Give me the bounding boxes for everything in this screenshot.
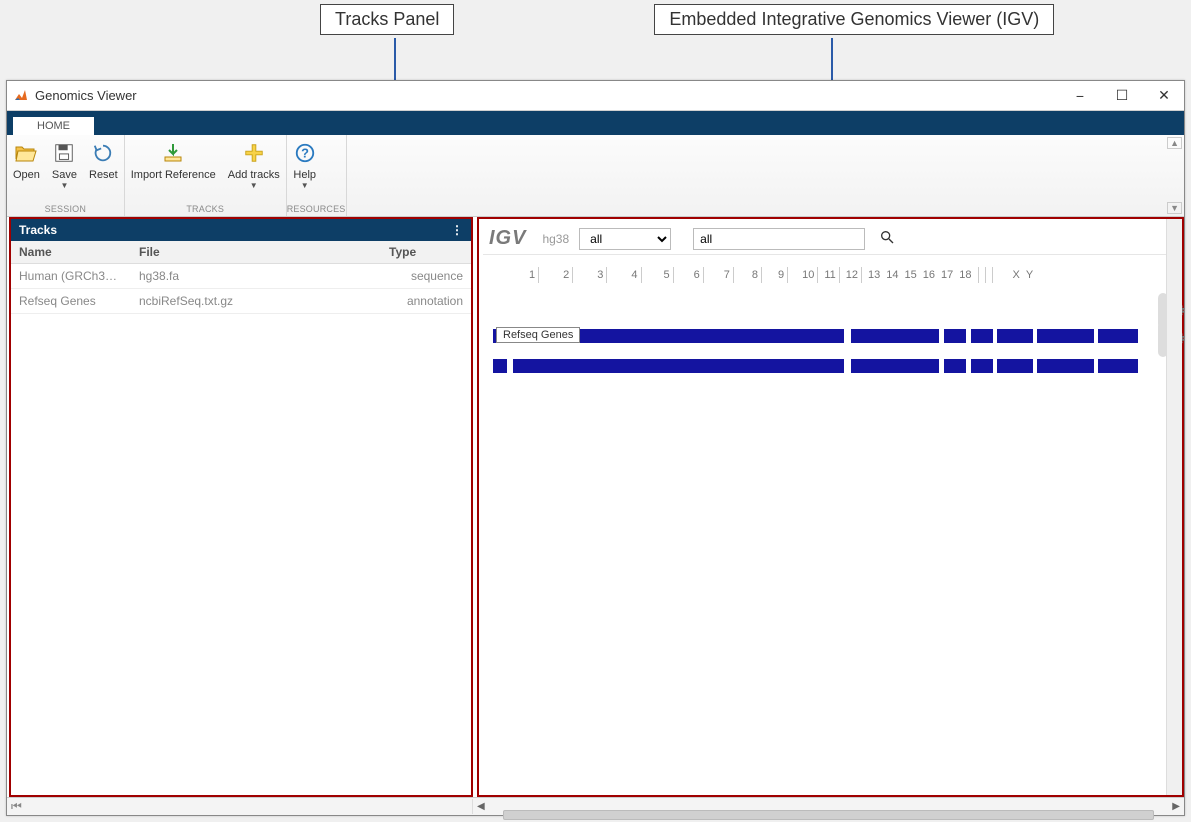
- help-icon: ?: [293, 141, 317, 165]
- toolstrip: Open Save ▼ Reset SESSION Import Referen…: [7, 135, 1184, 217]
- titlebar[interactable]: Genomics Viewer − ☐ ✕: [7, 81, 1184, 111]
- plus-icon: [242, 141, 266, 165]
- igv-logo: IGV: [489, 227, 526, 250]
- import-reference-button[interactable]: Import Reference: [125, 139, 222, 203]
- close-button[interactable]: ✕: [1156, 88, 1172, 104]
- group-tracks-label: TRACKS: [125, 203, 286, 216]
- tracks-table: Name File Type Human (GRCh3… hg38.fa seq…: [11, 241, 471, 314]
- refseq-track-1[interactable]: Refseq Genes ⚙: [493, 321, 1168, 351]
- save-label: Save: [52, 169, 77, 181]
- toolstrip-collapse-button[interactable]: ▲: [1167, 137, 1182, 149]
- save-icon: [52, 141, 76, 165]
- igv-toolbar: IGV hg38 all: [483, 223, 1178, 255]
- chromosome-select[interactable]: all: [579, 228, 671, 250]
- cell-name: Human (GRCh3…: [11, 264, 131, 289]
- statusbar: ⏮ ◀ ▶: [7, 797, 1184, 815]
- maximize-button[interactable]: ☐: [1114, 88, 1130, 104]
- matlab-icon: [13, 88, 29, 104]
- chevron-down-icon: ▼: [301, 181, 309, 190]
- chromosome-ruler[interactable]: 1 2 3 4 5 6 7 8 9 10 11 12: [483, 261, 1178, 287]
- add-tracks-button[interactable]: Add tracks ▼: [222, 139, 286, 203]
- reset-icon: [91, 141, 115, 165]
- tracks-panel-menu-icon[interactable]: ⋮: [451, 223, 463, 237]
- open-button[interactable]: Open: [7, 139, 46, 203]
- col-type[interactable]: Type: [381, 241, 471, 264]
- statusbar-left[interactable]: ⏮: [7, 799, 473, 814]
- app-window: Genomics Viewer − ☐ ✕ HOME Open Save ▼: [6, 80, 1185, 816]
- tab-home[interactable]: HOME: [13, 117, 94, 135]
- igv-panel: IGV hg38 all 1 2 3 4 5 6: [477, 217, 1184, 797]
- table-row[interactable]: Refseq Genes ncbiRefSeq.txt.gz annotatio…: [11, 289, 471, 314]
- cell-name: Refseq Genes: [11, 289, 131, 314]
- minimize-button[interactable]: −: [1072, 88, 1088, 104]
- cell-type: annotation: [381, 289, 471, 314]
- tracks-panel-title: Tracks: [19, 223, 57, 237]
- igv-reference-label: hg38: [542, 232, 569, 246]
- help-label: Help: [293, 169, 316, 181]
- col-file[interactable]: File: [131, 241, 381, 264]
- add-tracks-label: Add tracks: [228, 169, 280, 181]
- table-row[interactable]: Human (GRCh3… hg38.fa sequence: [11, 264, 471, 289]
- callout-tracks-panel: Tracks Panel: [320, 4, 454, 35]
- track-label: Refseq Genes: [496, 327, 580, 343]
- sequence-track[interactable]: ⚙: [493, 293, 1168, 315]
- col-name[interactable]: Name: [11, 241, 131, 264]
- ribbon-tabs: HOME: [7, 111, 1184, 135]
- search-icon[interactable]: [879, 229, 895, 249]
- chevron-down-icon: ▼: [250, 181, 258, 190]
- vertical-scrollbar[interactable]: [1166, 219, 1182, 795]
- chevron-down-icon: ▼: [61, 181, 69, 190]
- help-button[interactable]: ? Help ▼: [287, 139, 323, 203]
- scroll-left-icon[interactable]: ◀: [473, 801, 489, 812]
- toolstrip-expand-button[interactable]: ▼: [1167, 202, 1182, 214]
- reset-button[interactable]: Reset: [83, 139, 124, 203]
- folder-open-icon: [14, 141, 38, 165]
- reset-label: Reset: [89, 169, 118, 181]
- import-ref-label: Import Reference: [131, 169, 216, 181]
- callout-igv-viewer: Embedded Integrative Genomics Viewer (IG…: [654, 4, 1054, 35]
- group-session-label: SESSION: [7, 203, 124, 216]
- svg-text:?: ?: [301, 146, 309, 161]
- open-label: Open: [13, 169, 40, 181]
- window-title: Genomics Viewer: [35, 88, 137, 103]
- scroll-right-icon[interactable]: ▶: [1168, 801, 1184, 812]
- refseq-track-2[interactable]: [493, 351, 1168, 381]
- cell-type: sequence: [381, 264, 471, 289]
- cell-file: hg38.fa: [131, 264, 381, 289]
- tracks-panel: Tracks ⋮ Name File Type Human (GRCh3… hg…: [9, 217, 473, 797]
- locus-search-input[interactable]: [693, 228, 865, 250]
- cell-file: ncbiRefSeq.txt.gz: [131, 289, 381, 314]
- save-button[interactable]: Save ▼: [46, 139, 83, 203]
- group-resources-label: RESOURCES: [287, 203, 346, 216]
- import-ref-icon: [161, 141, 185, 165]
